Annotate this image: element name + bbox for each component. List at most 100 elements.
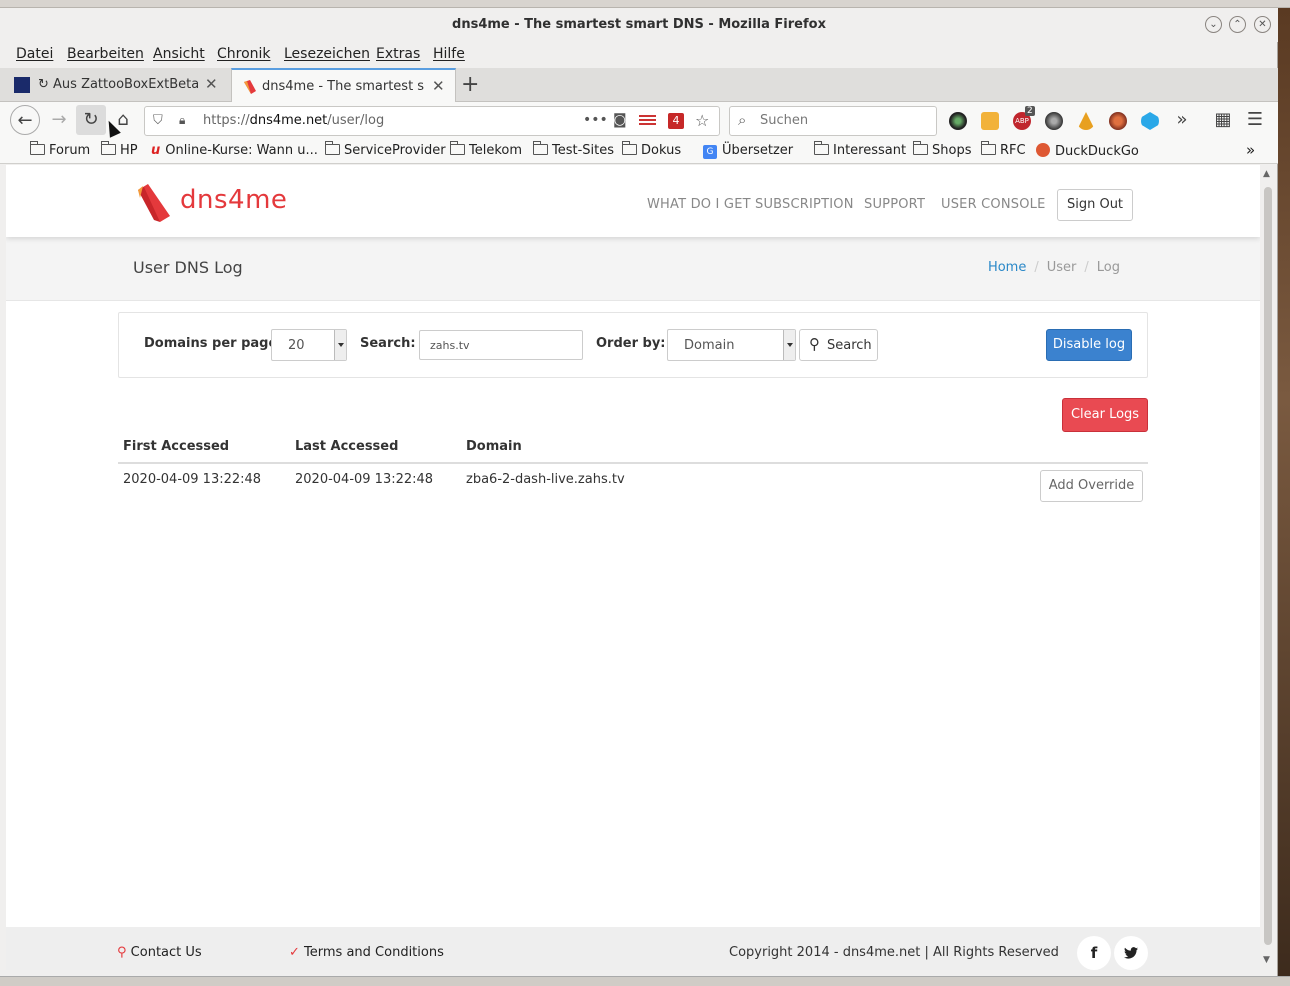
bookmarks-toolbar: Forum HP u Online-Kurse: Wann u... Servic… bbox=[0, 140, 1278, 164]
page-title: User DNS Log bbox=[133, 258, 243, 277]
extension-spheres-icon[interactable] bbox=[1045, 112, 1063, 130]
contact-us-link[interactable]: ⚲ Contact Us bbox=[117, 945, 202, 960]
menu-chronik[interactable]: Chronik bbox=[217, 46, 271, 62]
extension-triangle-icon[interactable] bbox=[1077, 112, 1095, 130]
facebook-icon[interactable]: f bbox=[1077, 936, 1111, 970]
bookmark-dokus[interactable]: Dokus bbox=[622, 141, 681, 158]
udemy-icon: u bbox=[151, 143, 161, 158]
nav-support[interactable]: SUPPORT bbox=[864, 197, 925, 212]
add-override-button[interactable]: Add Override bbox=[1040, 470, 1143, 502]
new-tab-icon[interactable]: + bbox=[461, 72, 479, 97]
reload-icon[interactable]: ↻ bbox=[76, 105, 106, 135]
bookmark-hp[interactable]: HP bbox=[101, 141, 138, 158]
extension-cookie-icon[interactable] bbox=[1109, 112, 1127, 130]
page-actions-icon[interactable]: ••• bbox=[583, 112, 608, 128]
bookmark-label: Forum bbox=[49, 143, 91, 158]
terms-label: Terms and Conditions bbox=[304, 945, 444, 960]
breadcrumb-user[interactable]: User bbox=[1047, 260, 1077, 275]
bookmark-interessant[interactable]: Interessant bbox=[814, 141, 906, 158]
twitter-icon[interactable] bbox=[1114, 936, 1148, 970]
menu-bar: Datei Bearbeiten Ansicht Chronik Lesezei… bbox=[0, 42, 1278, 66]
clear-logs-button[interactable]: Clear Logs bbox=[1062, 398, 1148, 432]
bookmark-star-icon[interactable]: ☆ bbox=[695, 111, 709, 130]
pocket-icon[interactable]: ◙ bbox=[613, 112, 627, 128]
bookmark-uebersetzer[interactable]: G Übersetzer bbox=[703, 143, 793, 159]
lock-icon[interactable]: 🔒︎ bbox=[179, 113, 185, 128]
cell-last-accessed: 2020-04-09 13:22:48 bbox=[295, 472, 434, 487]
dns4me-logo-icon[interactable] bbox=[134, 182, 174, 228]
disable-log-button[interactable]: Disable log bbox=[1046, 329, 1132, 361]
adblock-count-badge: 2 bbox=[1025, 106, 1035, 116]
flag-us-icon[interactable] bbox=[639, 115, 656, 127]
google-translate-icon: G bbox=[703, 145, 717, 159]
menu-datei[interactable]: Datei bbox=[16, 46, 53, 62]
bookmarks-overflow-icon[interactable]: » bbox=[1246, 141, 1255, 159]
extension-brush-icon[interactable] bbox=[981, 112, 999, 130]
scroll-down-icon[interactable]: ▼ bbox=[1263, 955, 1270, 965]
nav-what-do-i-get[interactable]: WHAT DO I GET bbox=[647, 197, 751, 212]
tab-close-icon[interactable]: ✕ bbox=[432, 77, 445, 95]
tab-zattoo[interactable]: ↻ Aus ZattooBoxExtBeta w ✕ bbox=[0, 68, 230, 102]
menu-bearbeiten[interactable]: Bearbeiten bbox=[67, 46, 144, 62]
search-button[interactable]: ⚲ Search bbox=[799, 329, 878, 361]
bookmark-serviceprovider[interactable]: ServiceProvider bbox=[325, 141, 446, 158]
per-page-select[interactable]: 20 bbox=[271, 329, 347, 361]
bookmark-telekom[interactable]: Telekom bbox=[450, 141, 523, 158]
close-icon[interactable]: ✕ bbox=[1254, 16, 1271, 33]
desktop-background bbox=[1278, 8, 1290, 986]
menu-ansicht[interactable]: Ansicht bbox=[153, 46, 205, 62]
nav-user-console[interactable]: USER CONSOLE bbox=[941, 197, 1046, 212]
bookmark-label: ServiceProvider bbox=[344, 143, 446, 158]
sign-out-button[interactable]: Sign Out bbox=[1057, 189, 1133, 221]
scrollbar-thumb[interactable] bbox=[1264, 187, 1272, 945]
site-logo-text[interactable]: dns4me bbox=[180, 185, 287, 215]
order-by-select[interactable]: Domain bbox=[667, 329, 796, 361]
scroll-up-icon[interactable]: ▲ bbox=[1263, 169, 1270, 179]
extension-camera-icon[interactable] bbox=[949, 112, 967, 130]
bookmark-shops[interactable]: Shops bbox=[913, 141, 971, 158]
page-scrollbar[interactable]: ▲ ▼ bbox=[1260, 165, 1276, 970]
tab-label: dns4me - The smartest sma bbox=[262, 79, 424, 94]
bookmark-duckduckgo[interactable]: DuckDuckGo bbox=[1036, 143, 1139, 159]
domain-search-input[interactable]: zahs.tv bbox=[419, 330, 583, 360]
folder-icon bbox=[30, 141, 45, 155]
terms-link[interactable]: ✓ Terms and Conditions bbox=[289, 945, 444, 960]
bookmark-label: Übersetzer bbox=[722, 143, 794, 158]
folder-icon bbox=[325, 141, 340, 155]
back-icon[interactable]: ← bbox=[10, 105, 40, 135]
desktop-screen: dns4me - The smartest smart DNS - Mozill… bbox=[0, 0, 1290, 986]
url-host: dns4me.net bbox=[249, 113, 328, 128]
menu-extras[interactable]: Extras bbox=[376, 46, 420, 62]
bookmark-online-kurse[interactable]: u Online-Kurse: Wann u... bbox=[151, 143, 318, 158]
folder-icon bbox=[981, 141, 996, 155]
extension-cube-icon[interactable] bbox=[1141, 112, 1159, 130]
minimize-icon[interactable]: ⌄ bbox=[1205, 16, 1222, 33]
overflow-chevron-icon[interactable]: » bbox=[1167, 105, 1197, 135]
extensions-icon[interactable]: ▦ bbox=[1208, 105, 1238, 135]
breadcrumb-home[interactable]: Home bbox=[988, 260, 1026, 275]
bookmark-rfc[interactable]: RFC bbox=[981, 141, 1026, 158]
bookmark-label: Test-Sites bbox=[552, 143, 615, 158]
counter-badge-icon[interactable]: 4 bbox=[668, 113, 684, 129]
forward-icon[interactable]: → bbox=[44, 105, 74, 135]
bookmark-test-sites[interactable]: Test-Sites bbox=[533, 141, 615, 158]
hamburger-menu-icon[interactable]: ☰ bbox=[1240, 105, 1270, 135]
copyright-text: Copyright 2014 - dns4me.net | All Rights… bbox=[729, 945, 1059, 960]
tab-dns4me[interactable]: dns4me - The smartest sma ✕ bbox=[231, 68, 456, 102]
maximize-icon[interactable]: ⌃ bbox=[1229, 16, 1246, 33]
search-bar[interactable]: ⌕ Suchen bbox=[729, 106, 937, 136]
menu-hilfe[interactable]: Hilfe bbox=[433, 46, 465, 62]
bookmark-label: RFC bbox=[1000, 143, 1026, 158]
tracking-protection-icon[interactable]: ⛉ bbox=[153, 113, 163, 128]
bookmark-forum[interactable]: Forum bbox=[30, 141, 91, 158]
window-titlebar: dns4me - The smartest smart DNS - Mozill… bbox=[0, 8, 1278, 42]
menu-lesezeichen[interactable]: Lesezeichen bbox=[284, 46, 370, 62]
navigation-toolbar: ← → ↻ ⌂ ⛉ 🔒︎ https://dns4me.net/user/log… bbox=[0, 102, 1278, 140]
url-bar[interactable]: ⛉ 🔒︎ https://dns4me.net/user/log ••• ◙ 4… bbox=[144, 106, 720, 136]
search-icon: ⌕ bbox=[738, 111, 747, 129]
nav-subscription[interactable]: SUBSCRIPTION bbox=[755, 197, 854, 212]
tab-close-icon[interactable]: ✕ bbox=[205, 75, 218, 93]
check-circle-icon: ✓ bbox=[289, 945, 300, 960]
bookmark-label: Telekom bbox=[469, 143, 523, 158]
browser-window: dns4me - The smartest smart DNS - Mozill… bbox=[0, 8, 1278, 976]
